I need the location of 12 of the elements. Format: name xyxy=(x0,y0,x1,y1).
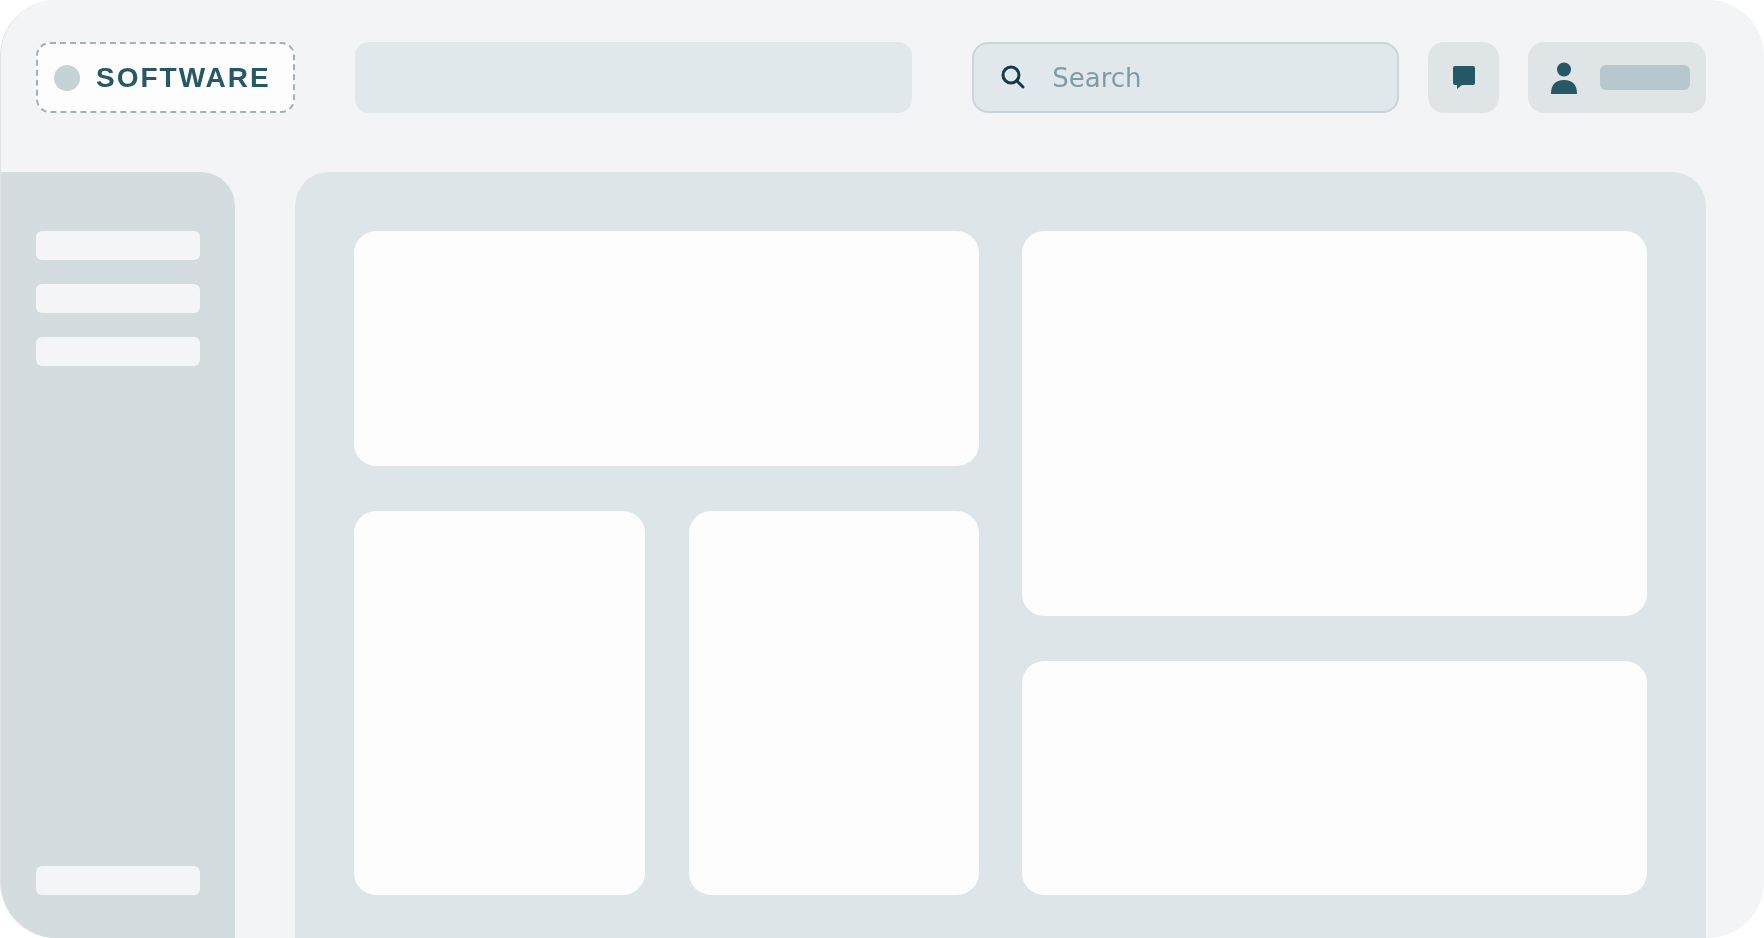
search-field[interactable]: Search xyxy=(972,42,1400,113)
user-icon xyxy=(1550,61,1579,94)
logo-dot-icon xyxy=(54,64,80,91)
chat-icon xyxy=(1450,64,1477,91)
logo-text: SOFTWARE xyxy=(96,61,271,94)
sidebar-item[interactable] xyxy=(36,866,200,895)
sidebar-item[interactable] xyxy=(36,231,200,260)
sidebar-item[interactable] xyxy=(36,284,200,313)
chat-button[interactable] xyxy=(1428,42,1500,113)
search-icon xyxy=(1000,64,1027,90)
sidebar-item[interactable] xyxy=(36,337,200,366)
profile-button[interactable] xyxy=(1528,42,1706,113)
